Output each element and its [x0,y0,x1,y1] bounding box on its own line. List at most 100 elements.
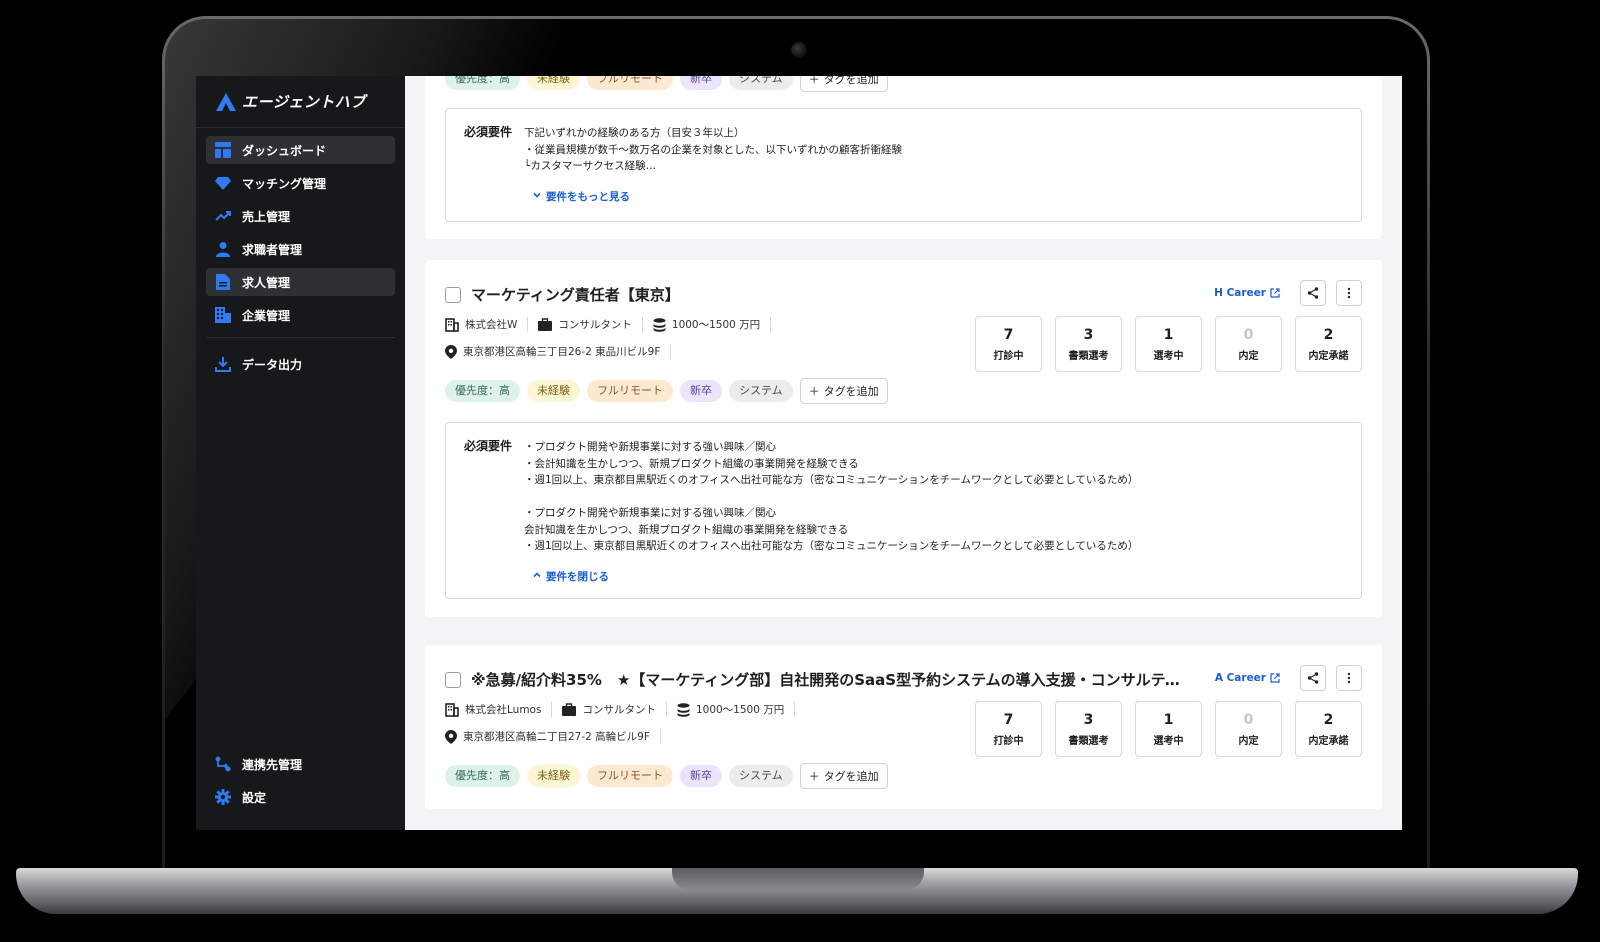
trending-up-icon [214,207,232,225]
job-select-checkbox[interactable] [445,671,461,688]
sidebar-item-label: 設定 [242,790,267,805]
tag-priority[interactable]: 優先度：高 [445,765,520,787]
stat-document-screening[interactable]: 3 書類選考 [1055,316,1122,372]
add-tag-button[interactable]: ＋タグを追加 [799,378,888,404]
more-options-button[interactable] [1336,665,1362,691]
requirements-collapse-link[interactable]: 要件を閉じる [532,569,1343,584]
stat-proposing[interactable]: 7 打診中 [975,316,1042,372]
sidebar-item-matching[interactable]: マッチング管理 [206,169,395,197]
share-button[interactable] [1300,665,1326,691]
share-icon [1307,672,1319,684]
sidebar-item-sales[interactable]: 売上管理 [206,202,395,230]
card-actions: A Career [1215,665,1362,691]
sidebar-item-companies[interactable]: 企業管理 [206,301,395,329]
add-tag-button[interactable]: ＋タグを追加 [799,76,888,92]
stat-offer[interactable]: 0 内定 [1215,316,1282,372]
tag-system[interactable]: システム [729,380,793,402]
salary-range: 1000〜1500 万円 [695,704,785,716]
stat-document-screening[interactable]: 3 書類選考 [1055,701,1122,757]
briefcase-icon [538,318,553,331]
external-link-icon [1270,288,1280,298]
tag-list: 優先度：高 未経験 フルリモート 新卒 システム ＋タグを追加 [445,378,888,404]
plus-icon: ＋ [808,76,820,86]
coins-icon [653,317,666,332]
diamond-icon [214,174,232,192]
app-screen: エージェントハブ ダッシュボード マッチング管理 売上管理 求職者管理 求人管理… [196,76,1402,830]
company-meta: 株式会社Lumos [445,702,553,717]
tag-no-experience[interactable]: 未経験 [527,765,580,787]
job-location: 東京都港区高輪三丁目26-2 東品川ビル9F [445,344,681,359]
sidebar-item-label: 企業管理 [242,308,291,323]
logo[interactable]: エージェントハブ [196,76,405,128]
stat-in-selection[interactable]: 1 選考中 [1135,701,1202,757]
chevron-up-icon [532,570,542,583]
tag-new-grad[interactable]: 新卒 [680,380,722,402]
location-pin-icon [445,729,457,744]
company-meta: 株式会社W [445,317,529,332]
sidebar-item-label: ダッシュボード [242,143,327,158]
gear-icon [214,788,232,806]
tag-new-grad[interactable]: 新卒 [680,76,722,90]
job-card: ※急募/紹介料35% ★【マーケティング部】自社開発のSaaS型予約システムの導… [425,645,1382,809]
card-header: ※急募/紹介料35% ★【マーケティング部】自社開発のSaaS型予約システムの導… [445,669,1191,690]
job-location: 東京都港区高輪二丁目27-2 高輪ビル9F [445,729,671,744]
tag-full-remote[interactable]: フルリモート [587,765,673,787]
location-pin-icon [445,344,457,359]
tag-system[interactable]: システム [729,765,793,787]
logo-text: エージェントハブ [242,93,366,111]
pipeline-stats: 7 打診中 3 書類選考 1 選考中 0 内定 2 内定承諾 [975,316,1362,372]
add-tag-button[interactable]: ＋タグを追加 [799,763,888,789]
tag-list: 優先度：高 未経験 フルリモート 新卒 システム ＋タグを追加 [445,763,888,789]
career-link[interactable]: A Career [1215,672,1280,684]
more-vertical-icon [1347,672,1351,684]
briefcase-icon [562,703,577,716]
tag-no-experience[interactable]: 未経験 [527,76,580,90]
building-icon [445,317,459,332]
job-list[interactable]: 優先度：高 未経験 フルリモート 新卒 システム ＋タグを追加 必須要件 下記い… [405,76,1402,830]
tag-new-grad[interactable]: 新卒 [680,765,722,787]
tag-full-remote[interactable]: フルリモート [587,76,673,90]
requirements-expand-link[interactable]: 要件をもっと見る [532,189,1343,204]
sidebar: エージェントハブ ダッシュボード マッチング管理 売上管理 求職者管理 求人管理… [196,76,405,830]
tag-priority[interactable]: 優先度：高 [445,380,520,402]
camera-icon [791,42,807,58]
stat-offer[interactable]: 0 内定 [1215,701,1282,757]
sidebar-item-dashboard[interactable]: ダッシュボード [206,136,395,164]
career-link[interactable]: H Career [1214,287,1280,299]
share-button[interactable] [1300,280,1326,306]
sidebar-item-integrations[interactable]: 連携先管理 [206,750,395,778]
sidebar-item-settings[interactable]: 設定 [206,783,395,811]
sidebar-item-label: マッチング管理 [242,176,327,191]
stat-in-selection[interactable]: 1 選考中 [1135,316,1202,372]
job-type-meta: コンサルタント [538,317,643,332]
job-title[interactable]: ※急募/紹介料35% ★【マーケティング部】自社開発のSaaS型予約システムの導… [471,669,1191,690]
stat-offer-accepted[interactable]: 2 内定承諾 [1295,316,1362,372]
tag-list: 優先度：高 未経験 フルリモート 新卒 システム ＋タグを追加 [445,76,888,92]
tag-no-experience[interactable]: 未経験 [527,380,580,402]
tag-priority[interactable]: 優先度：高 [445,76,520,90]
sidebar-item-export[interactable]: データ出力 [206,350,395,378]
card-actions: H Career [1214,280,1362,306]
stat-offer-accepted[interactable]: 2 内定承諾 [1295,701,1362,757]
stat-proposing[interactable]: 7 打診中 [975,701,1042,757]
company-name[interactable]: 株式会社Lumos [465,702,541,717]
person-icon [214,240,232,258]
company-name[interactable]: 株式会社W [465,317,517,332]
sidebar-item-candidates[interactable]: 求職者管理 [206,235,395,263]
sidebar-item-label: 求人管理 [242,275,291,290]
laptop-notch [672,868,924,890]
job-type: コンサルタント [558,319,632,331]
sidebar-nav: ダッシュボード マッチング管理 売上管理 求職者管理 求人管理 企業管理 データ… [196,128,405,391]
sidebar-item-label: 連携先管理 [242,757,303,772]
tag-full-remote[interactable]: フルリモート [587,380,673,402]
job-select-checkbox[interactable] [445,286,461,303]
job-title[interactable]: マーケティング責任者【東京】 [471,284,680,305]
tag-system[interactable]: システム [729,76,793,90]
address: 東京都港区高輪三丁目26-2 東品川ビル9F [463,346,661,358]
coins-icon [677,702,690,717]
download-icon [214,355,232,373]
external-link-icon [1270,673,1280,683]
job-card: マーケティング責任者【東京】 H Career 株式会社W コンサルタント 10… [425,260,1382,617]
more-options-button[interactable] [1336,280,1362,306]
sidebar-item-jobs[interactable]: 求人管理 [206,268,395,296]
